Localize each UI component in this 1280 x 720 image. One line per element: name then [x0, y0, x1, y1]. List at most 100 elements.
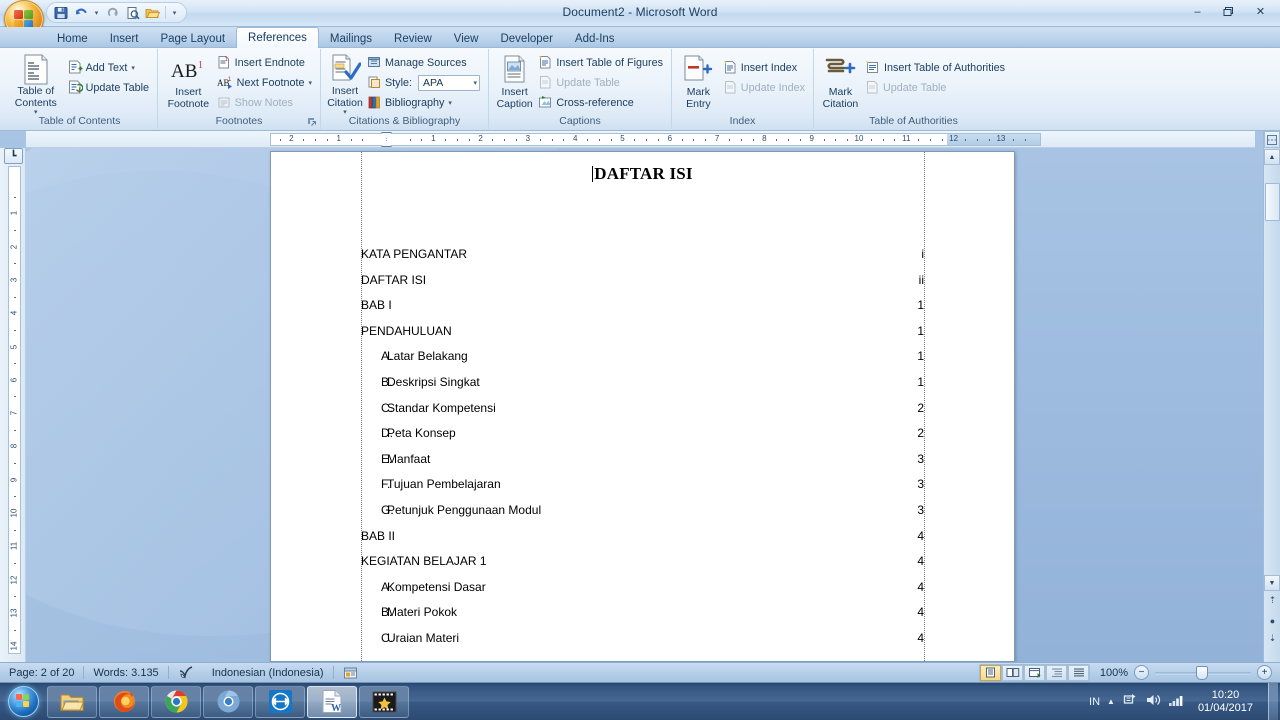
select-browse-object-button[interactable]: ●	[1265, 613, 1280, 628]
toc-entry[interactable]: KEGIATAN BELAJAR 1......................…	[361, 554, 924, 580]
toc-entry[interactable]: DAFTAR ISI..............................…	[361, 273, 924, 299]
toc-entry[interactable]: B.Materi Pokok..........................…	[361, 605, 924, 631]
taskbar-media-player[interactable]	[359, 686, 409, 718]
page-indicator[interactable]: Page: 2 of 20	[0, 663, 83, 683]
toc-entry[interactable]: B.Deskripsi Singkat.....................…	[361, 375, 924, 401]
horizontal-ruler[interactable]: 2112345678910111213	[26, 131, 1255, 148]
citation-style-caret-icon[interactable]: ▾	[473, 79, 477, 87]
toc-entry[interactable]: A.Latar Belakang........................…	[361, 349, 924, 375]
zoom-out-button[interactable]: −	[1134, 665, 1149, 680]
bibliography-caret-icon[interactable]: ▾	[448, 99, 452, 107]
show-desktop-button[interactable]	[1268, 683, 1278, 720]
scroll-down-button[interactable]: ▼	[1264, 575, 1280, 591]
toc-entry[interactable]: C.Standar Kompetensi....................…	[361, 401, 924, 427]
taskbar-chrome[interactable]	[151, 686, 201, 718]
toc-entry[interactable]: E.Manfaat...............................…	[361, 452, 924, 478]
tab-view[interactable]: View	[443, 29, 490, 48]
insert-table-of-figures-button[interactable]: Insert Table of Figures	[535, 53, 666, 72]
previous-page-button[interactable]: ⇡	[1265, 593, 1280, 608]
scrollbar-thumb[interactable]	[1265, 183, 1280, 221]
add-text-caret-icon[interactable]: ▾	[131, 64, 135, 72]
taskbar-chromium[interactable]	[203, 686, 253, 718]
mark-entry-button[interactable]: Mark Entry	[677, 52, 720, 112]
network-icon[interactable]	[1168, 692, 1185, 711]
insert-caption-button[interactable]: Insert Caption	[494, 52, 535, 112]
insert-endnote-button[interactable]: 1 Insert Endnote	[214, 53, 315, 72]
draft-view-button[interactable]	[1068, 665, 1089, 681]
split-window-button[interactable]	[1264, 131, 1280, 148]
language-label: Indonesian (Indonesia)	[212, 667, 324, 679]
table-of-contents-list[interactable]: KATA PENGANTAR..........................…	[361, 247, 924, 657]
tab-insert[interactable]: Insert	[99, 29, 150, 48]
insert-footnote-button[interactable]: AB 1 Insert Footnote	[163, 52, 214, 112]
tab-home[interactable]: Home	[46, 29, 99, 48]
vertical-ruler[interactable]: ┗ 1234567891011121314	[0, 148, 26, 662]
cross-reference-button[interactable]: Cross-reference	[535, 93, 666, 112]
bibliography-button[interactable]: Bibliography ▾	[364, 93, 483, 112]
tab-stop-selector-button[interactable]: ┗	[4, 148, 23, 164]
toc-entry[interactable]: F.Tujuan Pembelajaran...................…	[361, 477, 924, 503]
toc-entry[interactable]: BAB II..................................…	[361, 529, 924, 555]
document-page[interactable]: DAFTAR ISI KATA PENGANTAR...............…	[270, 151, 1015, 662]
footnotes-dialog-launcher[interactable]	[307, 117, 317, 127]
insert-table-of-authorities-button[interactable]: Insert Table of Authorities	[862, 58, 1008, 77]
tab-mailings[interactable]: Mailings	[319, 29, 383, 48]
web-layout-view-button[interactable]	[1024, 665, 1045, 681]
next-page-button[interactable]: ⇣	[1265, 631, 1280, 646]
document-text-area[interactable]: DAFTAR ISI KATA PENGANTAR...............…	[361, 152, 924, 662]
taskbar-teamviewer[interactable]	[255, 686, 305, 718]
restore-button[interactable]	[1214, 2, 1243, 21]
vruler-tick-mark	[14, 563, 16, 564]
table-of-contents-button[interactable]: Table of Contents ▾	[7, 52, 65, 112]
citation-style-dropdown[interactable]: APA ▾	[418, 75, 480, 91]
insert-citation-button[interactable]: Insert Citation ▾	[326, 52, 364, 112]
start-button[interactable]	[0, 684, 46, 720]
clock[interactable]: 10:20 01/04/2017	[1192, 689, 1259, 715]
mark-citation-button[interactable]: Mark Citation	[819, 52, 862, 112]
toc-entry[interactable]: KATA PENGANTAR..........................…	[361, 247, 924, 273]
next-footnote-button[interactable]: AB 1 Next Footnote ▾	[214, 73, 315, 92]
language-indicator[interactable]: Indonesian (Indonesia)	[203, 663, 333, 683]
minimize-button[interactable]: –	[1183, 2, 1212, 21]
outline-view-button[interactable]	[1046, 665, 1067, 681]
next-footnote-caret-icon[interactable]: ▾	[308, 79, 312, 87]
macro-recording-button[interactable]	[334, 663, 368, 683]
language-bar[interactable]: IN	[1089, 696, 1100, 708]
close-button[interactable]: ✕	[1245, 2, 1276, 21]
toc-entry[interactable]: PENDAHULUAN.............................…	[361, 324, 924, 350]
full-screen-reading-view-button[interactable]	[1002, 665, 1023, 681]
tab-developer[interactable]: Developer	[489, 29, 563, 48]
taskbar-word[interactable]: W	[307, 686, 357, 718]
tab-page-layout[interactable]: Page Layout	[149, 29, 236, 48]
toc-entry[interactable]: C.Uraian Materi.........................…	[361, 631, 924, 657]
toc-entry[interactable]: A.Kompetensi Dasar......................…	[361, 580, 924, 606]
action-center-icon[interactable]	[1122, 692, 1138, 711]
print-layout-view-button[interactable]	[980, 665, 1001, 681]
zoom-slider[interactable]	[1155, 665, 1251, 681]
scroll-up-button[interactable]: ▲	[1264, 149, 1280, 165]
proofing-status[interactable]	[169, 663, 203, 683]
taskbar-firefox[interactable]	[99, 686, 149, 718]
tab-references[interactable]: References	[236, 27, 319, 48]
show-hidden-icons-button[interactable]: ▲	[1107, 697, 1115, 706]
ruler-tick-mark	[894, 139, 895, 141]
tab-review[interactable]: Review	[383, 29, 443, 48]
word-count[interactable]: Words: 3.135	[84, 663, 167, 683]
insert-index-button[interactable]: Insert Index	[720, 58, 808, 77]
ruler-tick-mark	[410, 139, 411, 141]
add-text-button[interactable]: Add Text ▾	[65, 58, 152, 77]
insert-table-of-figures-label: Insert Table of Figures	[556, 57, 663, 69]
volume-icon[interactable]	[1145, 692, 1161, 711]
vertical-scrollbar[interactable]: ▲ ▼ ⇡ ● ⇣	[1263, 131, 1280, 662]
update-table-toc-button[interactable]: ! Update Table	[65, 78, 152, 97]
zoom-slider-thumb[interactable]	[1196, 666, 1208, 680]
tab-add-ins[interactable]: Add-Ins	[564, 29, 626, 48]
manage-sources-button[interactable]: Manage Sources	[364, 53, 483, 72]
toc-entry-page: 1	[916, 375, 924, 389]
toc-entry[interactable]: G.Petunjuk Penggunaan Modul.............…	[361, 503, 924, 529]
toc-entry[interactable]: D.Peta Konsep...........................…	[361, 426, 924, 452]
toc-entry[interactable]: BAB I...................................…	[361, 298, 924, 324]
zoom-in-button[interactable]: +	[1257, 665, 1272, 680]
taskbar-windows-explorer[interactable]	[47, 686, 97, 718]
zoom-level-label[interactable]: 100%	[1096, 667, 1128, 679]
